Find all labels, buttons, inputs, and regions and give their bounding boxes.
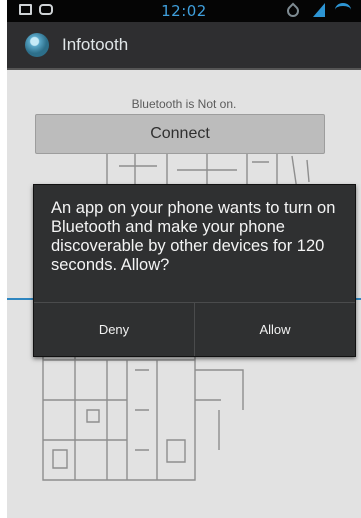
dialog-message: An app on your phone wants to turn on Bl… — [51, 199, 336, 274]
bluetooth-status-text: Bluetooth is Not on. — [131, 97, 237, 111]
status-right-icons — [284, 2, 351, 20]
signal-icon — [313, 3, 325, 17]
dialog-button-bar: Deny Allow — [34, 302, 355, 356]
app-title: Infotooth — [62, 35, 129, 54]
allow-button[interactable]: Allow — [195, 303, 355, 356]
connect-button[interactable]: Connect — [35, 114, 325, 154]
phone-screen: 12:02 Infotooth Bluetooth is Not on. Con… — [7, 0, 361, 518]
status-bar: 12:02 — [7, 0, 361, 22]
gps-icon — [284, 2, 302, 20]
action-bar: Infotooth — [7, 22, 361, 70]
wifi-icon — [335, 3, 351, 17]
divider-left — [7, 298, 33, 300]
deny-button[interactable]: Deny — [34, 303, 195, 356]
app-globe-icon[interactable] — [25, 33, 49, 57]
bluetooth-permission-dialog: An app on your phone wants to turn on Bl… — [33, 184, 356, 357]
